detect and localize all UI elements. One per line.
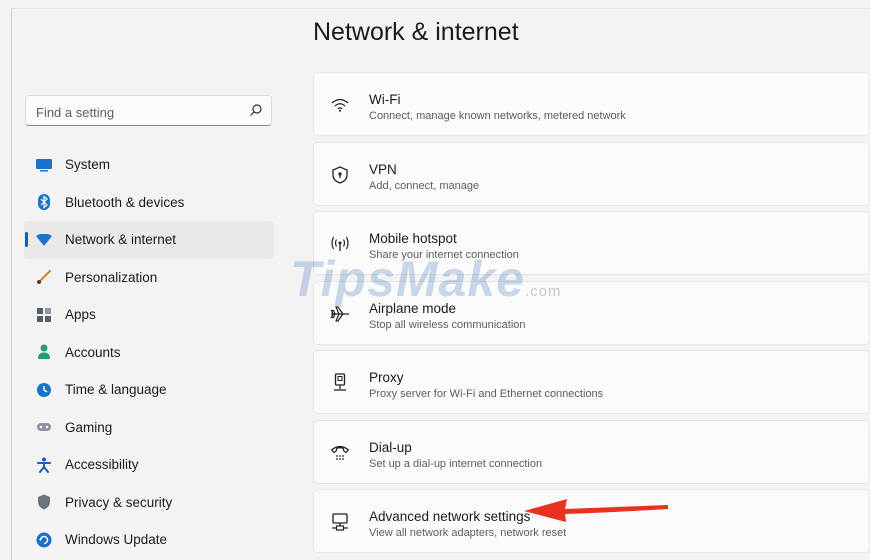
sidebar-item-time-language[interactable]: Time & language	[24, 371, 274, 409]
active-indicator	[25, 232, 28, 247]
shield-icon	[36, 494, 52, 510]
sidebar-item-label: Accessibility	[65, 457, 139, 473]
person-icon	[36, 344, 52, 360]
card-title: VPN	[369, 161, 397, 177]
sidebar-item-label: Personalization	[65, 269, 158, 285]
brush-icon	[36, 269, 52, 285]
sidebar-item-label: Bluetooth & devices	[65, 194, 185, 210]
sidebar-nav: System Bluetooth & devices Network & int…	[24, 146, 274, 559]
card-proxy[interactable]: Proxy Proxy server for Wi-Fi and Etherne…	[313, 350, 870, 414]
search-box[interactable]	[25, 95, 272, 126]
sidebar-item-privacy-security[interactable]: Privacy & security	[24, 484, 274, 522]
sidebar-item-label: Privacy & security	[65, 494, 173, 510]
card-title: Mobile hotspot	[369, 231, 457, 246]
card-title: Wi-Fi	[369, 92, 401, 107]
card-vpn[interactable]: VPN Add, connect, manage	[313, 141, 870, 206]
search-icon[interactable]	[249, 103, 263, 117]
network-adapter-icon	[330, 512, 350, 532]
sidebar-item-gaming[interactable]: Gaming	[24, 409, 274, 447]
airplane-icon	[330, 304, 350, 324]
card-title: Advanced network settings	[369, 509, 531, 524]
vpn-shield-icon	[330, 165, 350, 185]
page-title: Network & internet	[313, 18, 519, 46]
sidebar-item-label: Accounts	[65, 344, 121, 360]
sidebar-item-label: Apps	[65, 307, 96, 323]
card-description: Stop all wireless communication	[369, 318, 526, 331]
update-icon	[36, 532, 52, 548]
sidebar-item-bluetooth[interactable]: Bluetooth & devices	[24, 184, 274, 222]
card-dial-up[interactable]: Dial-up Set up a dial-up internet connec…	[313, 419, 870, 484]
card-advanced-network-settings[interactable]: Advanced network settings View all netwo…	[313, 489, 870, 553]
sidebar-item-label: Gaming	[65, 419, 113, 435]
card-title: Proxy	[369, 370, 404, 385]
wifi-icon	[36, 232, 52, 248]
sidebar-item-accessibility[interactable]: Accessibility	[24, 446, 274, 484]
proxy-icon	[330, 373, 350, 393]
card-description: Set up a dial-up internet connection	[369, 457, 543, 470]
sidebar-item-windows-update[interactable]: Windows Update	[24, 521, 274, 559]
card-title: Dial-up	[369, 439, 412, 455]
window-top-border	[11, 8, 870, 9]
sidebar-item-personalization[interactable]: Personalization	[24, 259, 274, 297]
sidebar-item-label: Network & internet	[65, 232, 177, 248]
card-wifi[interactable]: Wi-Fi Connect, manage known networks, me…	[313, 72, 870, 136]
sidebar-item-label: Windows Update	[65, 532, 168, 548]
apps-icon	[36, 307, 52, 323]
card-description: Add, connect, manage	[369, 179, 480, 192]
sidebar-item-system[interactable]: System	[24, 146, 274, 184]
dialup-icon	[330, 443, 350, 463]
sidebar-item-network[interactable]: Network & internet	[24, 221, 274, 259]
sidebar-item-apps[interactable]: Apps	[24, 296, 274, 334]
sidebar-item-label: Time & language	[65, 382, 167, 398]
bluetooth-icon	[36, 194, 52, 211]
monitor-icon	[36, 157, 52, 173]
settings-list: Wi-Fi Connect, manage known networks, me…	[313, 72, 870, 559]
window-left-border	[11, 8, 12, 560]
accessibility-icon	[36, 457, 52, 473]
hotspot-icon	[330, 234, 350, 254]
card-description: Connect, manage known networks, metered …	[369, 110, 626, 122]
card-airplane-mode[interactable]: Airplane mode Stop all wireless communic…	[313, 280, 870, 345]
card-mobile-hotspot[interactable]: Mobile hotspot Share your internet conne…	[313, 211, 870, 275]
globe-clock-icon	[36, 382, 52, 398]
gamepad-icon	[36, 419, 52, 435]
card-description: Proxy server for Wi-Fi and Ethernet conn…	[369, 388, 604, 400]
card-description: Share your internet connection	[369, 249, 519, 261]
card-description: View all network adapters, network reset	[369, 527, 567, 539]
wifi-icon	[330, 95, 350, 115]
card-title: Airplane mode	[369, 300, 457, 316]
sidebar-item-accounts[interactable]: Accounts	[24, 334, 274, 372]
search-input[interactable]	[34, 101, 238, 123]
sidebar-item-label: System	[65, 157, 111, 173]
